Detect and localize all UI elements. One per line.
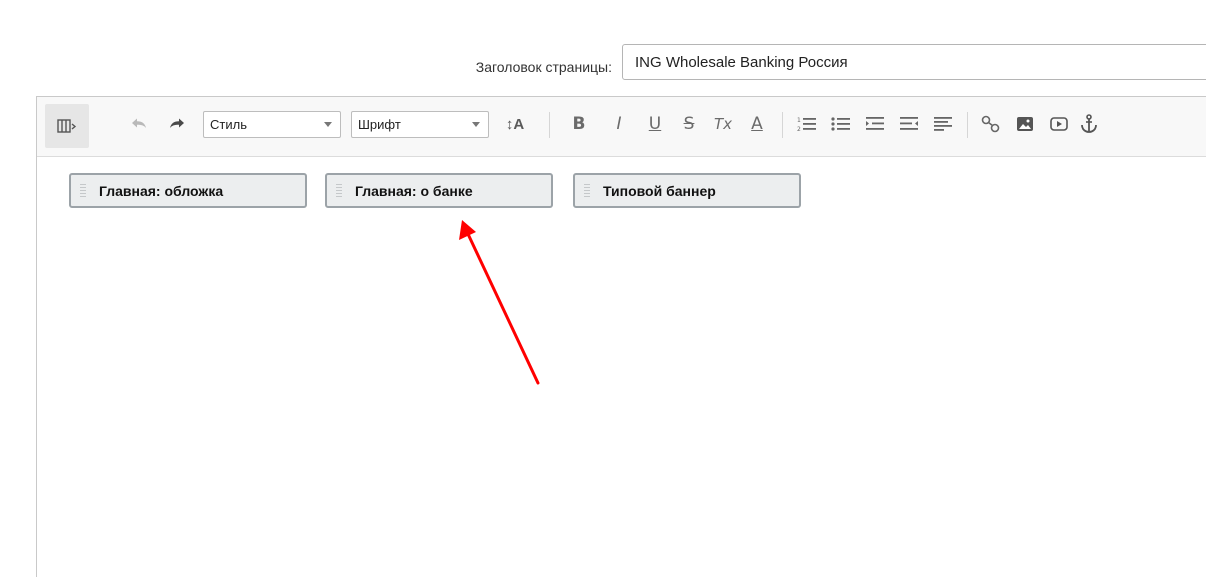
annotation-arrow-shaft bbox=[466, 232, 540, 385]
annotation-arrow bbox=[459, 220, 540, 385]
page: Заголовок страницы: ING Wholesale Bankin… bbox=[0, 0, 1206, 577]
annotation-arrow-head bbox=[459, 220, 476, 240]
